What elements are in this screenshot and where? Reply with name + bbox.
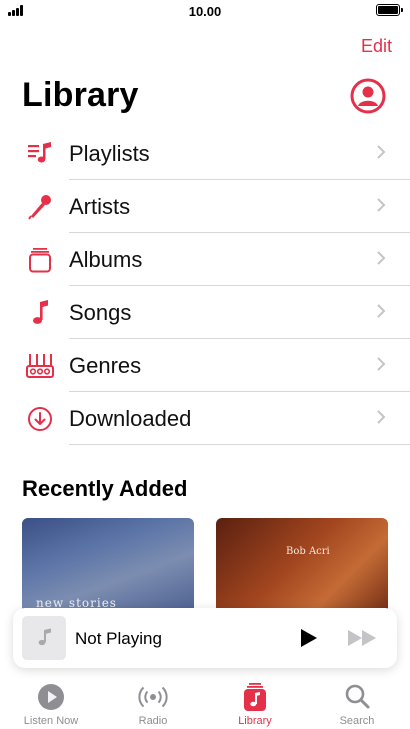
- tab-label: Library: [238, 715, 272, 727]
- chevron-right-icon: [377, 198, 386, 212]
- album-artwork[interactable]: Bob Acri: [216, 518, 388, 618]
- mini-player[interactable]: Not Playing: [13, 608, 397, 668]
- playlist-icon: [28, 142, 51, 163]
- tab-label: Search: [339, 715, 375, 727]
- battery-icon: [376, 4, 403, 16]
- library-item-label: Playlists: [69, 141, 150, 166]
- music-note-icon: [33, 300, 48, 324]
- library-item-label: Albums: [69, 247, 143, 272]
- library-item-downloaded[interactable]: Downloaded: [0, 392, 410, 445]
- chevron-right-icon: [377, 357, 386, 371]
- microphone-icon: [28, 195, 51, 220]
- genres-icon: [26, 354, 54, 378]
- tab-label: Radio: [138, 715, 168, 727]
- library-item-label: Genres: [69, 353, 142, 378]
- search-icon: [345, 684, 370, 709]
- tab-label: Listen Now: [23, 715, 79, 727]
- tab-radio[interactable]: Radio: [102, 676, 204, 727]
- account-icon[interactable]: [350, 78, 386, 114]
- divider: [69, 444, 410, 445]
- library-item-label: Downloaded: [69, 406, 192, 431]
- tab-library[interactable]: Library: [204, 676, 306, 727]
- mini-player-artwork: [22, 616, 66, 660]
- chevron-right-icon: [377, 145, 386, 159]
- tab-listen-now[interactable]: Listen Now: [0, 676, 102, 727]
- recently-added-title: Recently Added: [22, 476, 188, 501]
- music-note-icon: [38, 628, 51, 646]
- status-bar: 10.00: [0, 0, 410, 24]
- status-time: 10.00: [188, 4, 222, 19]
- library-item-albums[interactable]: Albums: [0, 233, 410, 286]
- play-circle-icon: [38, 684, 64, 710]
- now-playing-title: Not Playing: [75, 629, 162, 648]
- chevron-right-icon: [377, 410, 386, 424]
- library-item-playlists[interactable]: Playlists: [0, 127, 410, 180]
- download-circle-icon: [28, 407, 52, 431]
- page-title: Library: [22, 76, 139, 114]
- chevron-right-icon: [377, 251, 386, 265]
- library-item-label: Artists: [69, 194, 131, 219]
- album-artwork[interactable]: new stories: [22, 518, 194, 618]
- library-item-songs[interactable]: Songs: [0, 286, 410, 339]
- chevron-right-icon: [377, 304, 386, 318]
- tab-bar: Listen Now Radio Library Search: [0, 676, 410, 729]
- library-item-label: Songs: [69, 300, 132, 325]
- album-art-text: Bob Acri: [286, 546, 330, 557]
- radio-waves-icon: [138, 686, 168, 708]
- library-list: Playlists Artists Albums Songs Genres Do…: [0, 127, 410, 445]
- tab-search[interactable]: Search: [306, 676, 408, 727]
- album-stack-icon: [29, 248, 51, 273]
- edit-button[interactable]: Edit: [361, 36, 392, 57]
- library-item-artists[interactable]: Artists: [0, 180, 410, 233]
- play-icon[interactable]: [297, 627, 319, 649]
- library-icon: [244, 683, 266, 711]
- library-item-genres[interactable]: Genres: [0, 339, 410, 392]
- fast-forward-icon[interactable]: [347, 629, 379, 647]
